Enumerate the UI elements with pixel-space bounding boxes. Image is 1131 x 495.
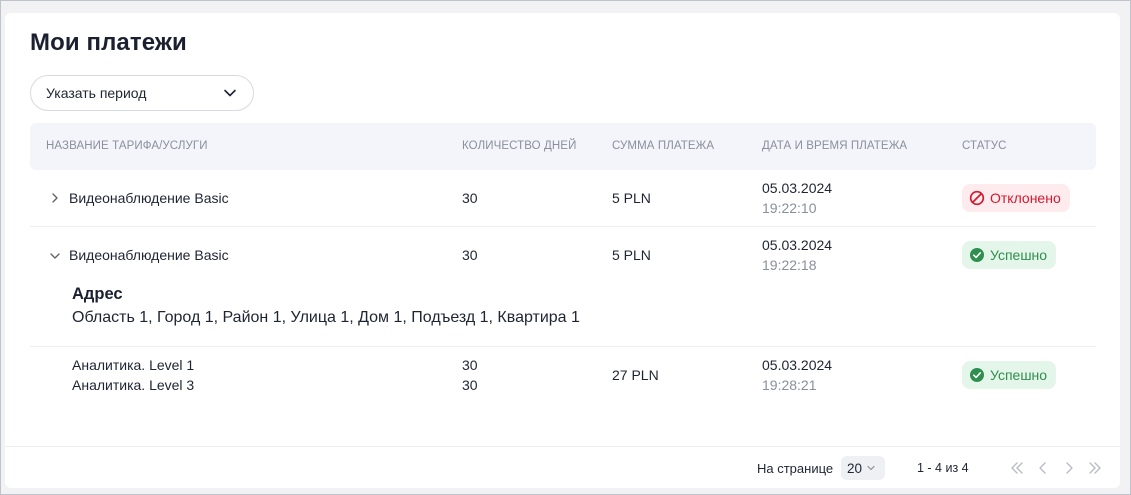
- row-sum: 5 PLN: [612, 247, 651, 263]
- prev-page-button[interactable]: [1033, 458, 1053, 478]
- double-chevron-right-icon: [1089, 462, 1101, 474]
- first-page-button[interactable]: [1007, 458, 1027, 478]
- last-page-button[interactable]: [1085, 458, 1105, 478]
- address-title: Адрес: [72, 285, 123, 303]
- status-label: Успешно: [990, 247, 1048, 263]
- next-page-button[interactable]: [1059, 458, 1079, 478]
- row-date: 05.03.2024: [762, 180, 833, 196]
- pagination-range: 1 - 4 из 4: [917, 461, 969, 475]
- row-time: 19:22:10: [762, 200, 817, 216]
- status-label: Успешно: [990, 367, 1048, 383]
- period-dropdown-label: Указать период: [46, 85, 147, 101]
- status-badge: Успешно: [962, 241, 1057, 269]
- row-divider: [30, 226, 1096, 227]
- row-date: 05.03.2024: [762, 237, 833, 253]
- row-days: 30: [462, 357, 478, 373]
- check-circle-icon: [970, 368, 984, 382]
- chevron-down-icon: [224, 89, 236, 97]
- header-days: КОЛИЧЕСТВО ДНЕЙ: [462, 140, 577, 152]
- period-dropdown[interactable]: Указать период: [30, 75, 254, 111]
- address-value: Область 1, Город 1, Район 1, Улица 1, До…: [72, 309, 580, 326]
- chevron-right-icon: [1066, 462, 1073, 474]
- row-time: 19:22:18: [762, 257, 817, 273]
- row-name: Видеонаблюдение Basic: [69, 190, 229, 206]
- row-date: 05.03.2024: [762, 357, 833, 373]
- header-sum: СУММА ПЛАТЕЖА: [612, 140, 715, 152]
- blocked-icon: [969, 190, 985, 206]
- row-sum: 5 PLN: [612, 190, 651, 206]
- status-badge: Отклонено: [962, 184, 1070, 212]
- table-header: НАЗВАНИЕ ТАРИФА/УСЛУГИ КОЛИЧЕСТВО ДНЕЙ С…: [30, 123, 1096, 170]
- chevron-down-icon[interactable]: [48, 249, 62, 263]
- chevron-left-icon: [1039, 462, 1046, 474]
- row-divider: [30, 346, 1096, 347]
- footer-divider: [5, 446, 1120, 447]
- per-page-select[interactable]: 20: [841, 456, 885, 480]
- header-datetime: ДАТА И ВРЕМЯ ПЛАТЕЖА: [762, 140, 908, 152]
- page-title: Мои платежи: [30, 29, 187, 56]
- chevron-right-icon[interactable]: [48, 191, 62, 205]
- header-tariff: НАЗВАНИЕ ТАРИФА/УСЛУГИ: [46, 140, 208, 152]
- row-days: 30: [462, 377, 478, 393]
- row-sum: 27 PLN: [612, 367, 659, 383]
- row-item: Аналитика. Level 1: [72, 357, 195, 373]
- window-frame: Мои платежи Указать период НАЗВАНИЕ ТАРИ…: [0, 0, 1131, 495]
- row-item: Аналитика. Level 3: [72, 377, 195, 393]
- row-name: Видеонаблюдение Basic: [69, 247, 229, 263]
- row-days: 30: [462, 247, 478, 263]
- per-page-label: На странице: [757, 461, 834, 476]
- double-chevron-left-icon: [1011, 462, 1023, 474]
- status-label: Отклонено: [990, 190, 1061, 206]
- row-days: 30: [462, 190, 478, 206]
- header-status: СТАТУС: [962, 140, 1007, 152]
- chevron-down-icon: [867, 465, 875, 471]
- check-circle-icon: [970, 248, 984, 262]
- row-time: 19:28:21: [762, 377, 817, 393]
- per-page-value: 20: [847, 460, 863, 476]
- payments-card: Мои платежи Указать период НАЗВАНИЕ ТАРИ…: [5, 13, 1120, 488]
- status-badge: Успешно: [962, 361, 1057, 389]
